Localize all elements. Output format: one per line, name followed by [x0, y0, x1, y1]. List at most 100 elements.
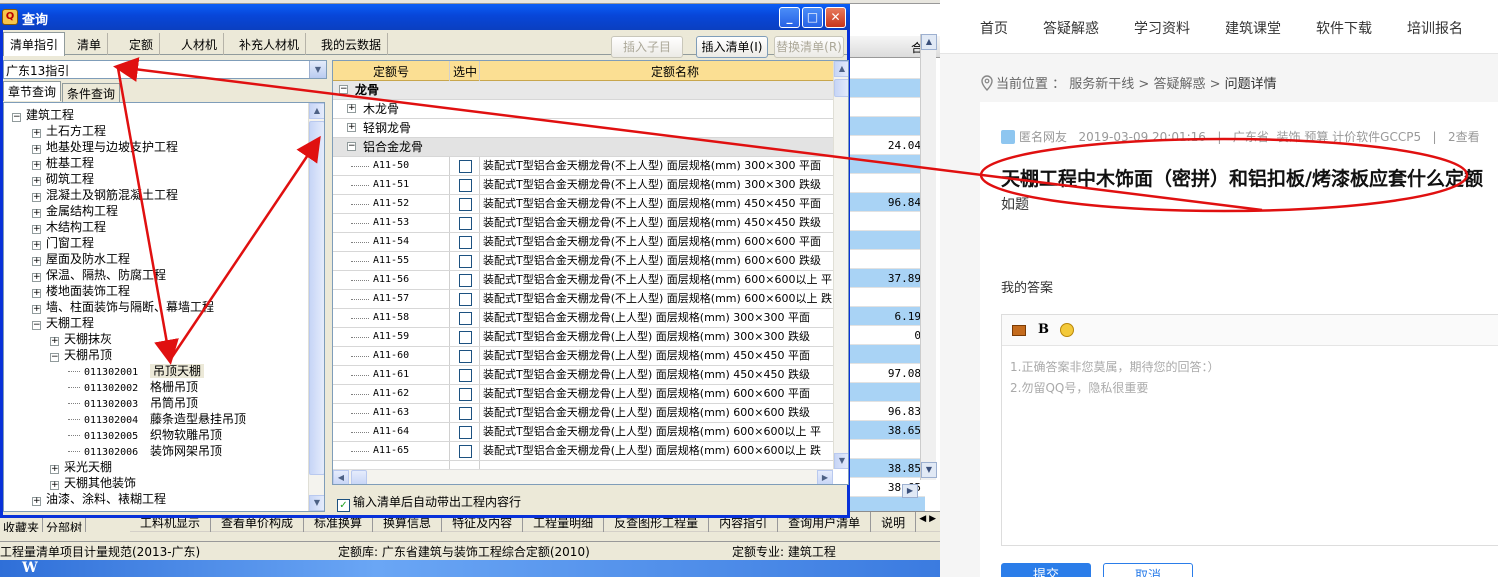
expand-icon[interactable]: + — [32, 241, 41, 250]
tree-node-ceiling-plaster[interactable]: + 天棚抹灰 — [50, 331, 112, 347]
tree-node-chapter[interactable]: + 门窗工程 — [32, 235, 94, 251]
quota-select-checkbox[interactable] — [459, 350, 472, 363]
grid-horizontal-scrollbar[interactable]: ◀ ▶ — [333, 469, 833, 484]
expand-icon[interactable]: + — [32, 273, 41, 282]
collapse-icon[interactable]: − — [32, 321, 41, 330]
scroll-thumb[interactable] — [351, 470, 367, 484]
quota-row[interactable]: A11-57 装配式T型铝合金天棚龙骨(不上人型) 面层规格(mm) 600×60… — [333, 290, 833, 309]
col-quota-no[interactable]: 定额号 — [373, 63, 409, 80]
quota-row[interactable]: A11-53 装配式T型铝合金天棚龙骨(不上人型) 面层规格(mm) 450×45… — [333, 214, 833, 233]
quota-row[interactable]: A11-55 装配式T型铝合金天棚龙骨(不上人型) 面层规格(mm) 600×60… — [333, 252, 833, 271]
tree-item-list[interactable]: 011302003 吊筒吊顶 — [68, 395, 198, 411]
tree-node-ceiling[interactable]: − 天棚工程 — [32, 315, 94, 331]
bg-grid-cell[interactable]: 0 — [849, 326, 925, 345]
auto-content-checkbox[interactable]: ✓ 输入清单后自动带出工程内容行 — [337, 493, 521, 512]
scroll-up-icon[interactable]: ▲ — [834, 61, 848, 77]
bg-grid-cell[interactable] — [849, 60, 925, 79]
insert-list-button[interactable]: 插入清单(I) — [696, 36, 768, 58]
tree-node-chapter[interactable]: + 混凝土及钢筋混凝土工程 — [32, 187, 178, 203]
expand-icon[interactable]: + — [32, 129, 41, 138]
replace-list-button[interactable]: 替换清单(R) — [774, 36, 844, 58]
quota-select-checkbox[interactable] — [459, 426, 472, 439]
quota-row[interactable]: A11-65 装配式T型铝合金天棚龙骨(上人型) 面层规格(mm) 600×600… — [333, 442, 833, 461]
breadcrumb-path[interactable]: 服务新干线 > 答疑解惑 > — [1069, 77, 1224, 92]
quota-row[interactable]: A11-63 装配式T型铝合金天棚龙骨(上人型) 面层规格(mm) 600×600… — [333, 404, 833, 423]
close-icon[interactable]: ✕ — [825, 7, 846, 28]
tree-vertical-scrollbar[interactable]: ▲ ▼ — [308, 103, 324, 511]
quota-select-checkbox[interactable] — [459, 369, 472, 382]
bg-grid-cell[interactable] — [849, 79, 925, 98]
expand-icon[interactable]: + — [32, 225, 41, 234]
expand-icon[interactable]: + — [50, 465, 59, 474]
nav-home[interactable]: 首页 — [980, 18, 1008, 38]
bg-grid-cell[interactable]: 6.19 — [849, 307, 925, 326]
image-icon[interactable] — [1012, 325, 1026, 336]
expand-icon[interactable]: + — [50, 481, 59, 490]
collapse-icon[interactable]: − — [347, 142, 356, 151]
quota-row[interactable]: A11-56 装配式T型铝合金天棚龙骨(不上人型) 面层规格(mm) 600×60… — [333, 271, 833, 290]
bg-grid-cell[interactable] — [849, 212, 925, 231]
tree-item-list[interactable]: 011302002 格栅吊顶 — [68, 379, 198, 395]
editor-placeholder[interactable]: 1.正确答案非您莫属，期待您的回答：） 2.勿留QQ号，隐私很重要 — [1010, 357, 1219, 399]
grid-group-keel[interactable]: − 龙骨 — [333, 81, 833, 100]
quota-select-checkbox[interactable] — [459, 198, 472, 211]
expand-icon[interactable]: + — [32, 305, 41, 314]
grid-group-wood-keel[interactable]: + 木龙骨 — [333, 100, 833, 119]
quota-row[interactable]: A11-62 装配式T型铝合金天棚龙骨(上人型) 面层规格(mm) 600×600… — [333, 385, 833, 404]
nav-download[interactable]: 软件下载 — [1316, 18, 1372, 38]
collapse-icon[interactable]: − — [50, 353, 59, 362]
expand-icon[interactable]: + — [32, 209, 41, 218]
quota-row[interactable]: A11-64 装配式T型铝合金天棚龙骨(上人型) 面层规格(mm) 600×600… — [333, 423, 833, 442]
col-selected[interactable]: 选中 — [453, 63, 477, 80]
scroll-right-icon[interactable]: ▶ — [902, 484, 918, 498]
nav-classroom[interactable]: 建筑课堂 — [1225, 18, 1281, 38]
quota-select-checkbox[interactable] — [459, 312, 472, 325]
quota-row[interactable]: A11-54 装配式T型铝合金天棚龙骨(不上人型) 面层规格(mm) 600×60… — [333, 233, 833, 252]
tree-node-chapter[interactable]: + 油漆、涂料、裱糊工程 — [32, 491, 166, 507]
collapse-icon[interactable]: − — [339, 85, 348, 94]
grid-vertical-scrollbar[interactable]: ▲ ▼ — [833, 61, 848, 469]
bg-grid-cell[interactable] — [849, 440, 925, 459]
bg-grid-cell[interactable]: 38.65 — [849, 421, 925, 440]
tree-node-chapter[interactable]: + 地基处理与边坡支护工程 — [32, 139, 178, 155]
tree-node-chapter[interactable]: + 桩基工程 — [32, 155, 94, 171]
expand-icon[interactable]: + — [32, 193, 41, 202]
tree-item-list[interactable]: 011302005 织物软雕吊顶 — [68, 427, 222, 443]
quota-select-checkbox[interactable] — [459, 331, 472, 344]
quota-row[interactable]: A11-51 装配式T型铝合金天棚龙骨(不上人型) 面层规格(mm) 300×30… — [333, 176, 833, 195]
expand-icon[interactable]: + — [32, 289, 41, 298]
tree-node-ceiling-other[interactable]: + 天棚其他装饰 — [50, 475, 136, 491]
nav-training[interactable]: 培训报名 — [1407, 18, 1463, 38]
bg-vertical-scrollbar[interactable]: ▲ ▼ — [920, 34, 937, 480]
tree-node-chapter[interactable]: + 墙、柱面装饰与隔断、幕墙工程 — [32, 299, 214, 315]
bg-grid-cell[interactable]: 38.85 — [849, 459, 925, 478]
scroll-up-icon[interactable]: ▲ — [921, 34, 937, 50]
minimize-icon[interactable]: _ — [779, 7, 800, 28]
tree-node-chapter[interactable]: + 屋面及防水工程 — [32, 251, 130, 267]
answer-editor[interactable]: B 1.正确答案非您莫属，期待您的回答：） 2.勿留QQ号，隐私很重要 — [1001, 314, 1498, 546]
tab-notes[interactable]: 说明 — [871, 512, 917, 533]
maximize-icon[interactable]: □ — [802, 7, 823, 28]
expand-icon[interactable]: + — [32, 497, 41, 506]
tab-chapter-query[interactable]: 章节查询 — [3, 81, 62, 101]
expand-icon[interactable]: + — [347, 123, 356, 132]
col-quota-name[interactable]: 定额名称 — [651, 63, 699, 80]
guide-select[interactable]: 广东13指引 ▼ — [3, 60, 327, 79]
expand-icon[interactable]: + — [32, 161, 41, 170]
scroll-right-icon[interactable]: ▶ — [817, 470, 833, 484]
tree-item-list[interactable]: 011302006 装饰网架吊顶 — [68, 443, 222, 459]
quota-select-checkbox[interactable] — [459, 293, 472, 306]
tab-list-guide[interactable]: 清单指引 — [3, 32, 66, 56]
dialog-titlebar[interactable]: Q 查询 _ □ ✕ — [0, 4, 850, 30]
quota-select-checkbox[interactable] — [459, 274, 472, 287]
bg-grid-cell[interactable]: 97.08 — [849, 364, 925, 383]
scroll-down-icon[interactable]: ▼ — [834, 453, 848, 469]
tree-node-ceiling-other[interactable]: + 采光天棚 — [50, 459, 112, 475]
scroll-down-icon[interactable]: ▼ — [921, 462, 937, 478]
bg-grid-cell[interactable] — [849, 117, 925, 136]
quota-select-checkbox[interactable] — [459, 160, 472, 173]
quota-select-checkbox[interactable] — [459, 179, 472, 192]
bg-grid-cell[interactable]: 96.84 — [849, 193, 925, 212]
quota-row[interactable]: A11-61 装配式T型铝合金天棚龙骨(上人型) 面层规格(mm) 450×450… — [333, 366, 833, 385]
scroll-thumb[interactable] — [309, 121, 324, 475]
